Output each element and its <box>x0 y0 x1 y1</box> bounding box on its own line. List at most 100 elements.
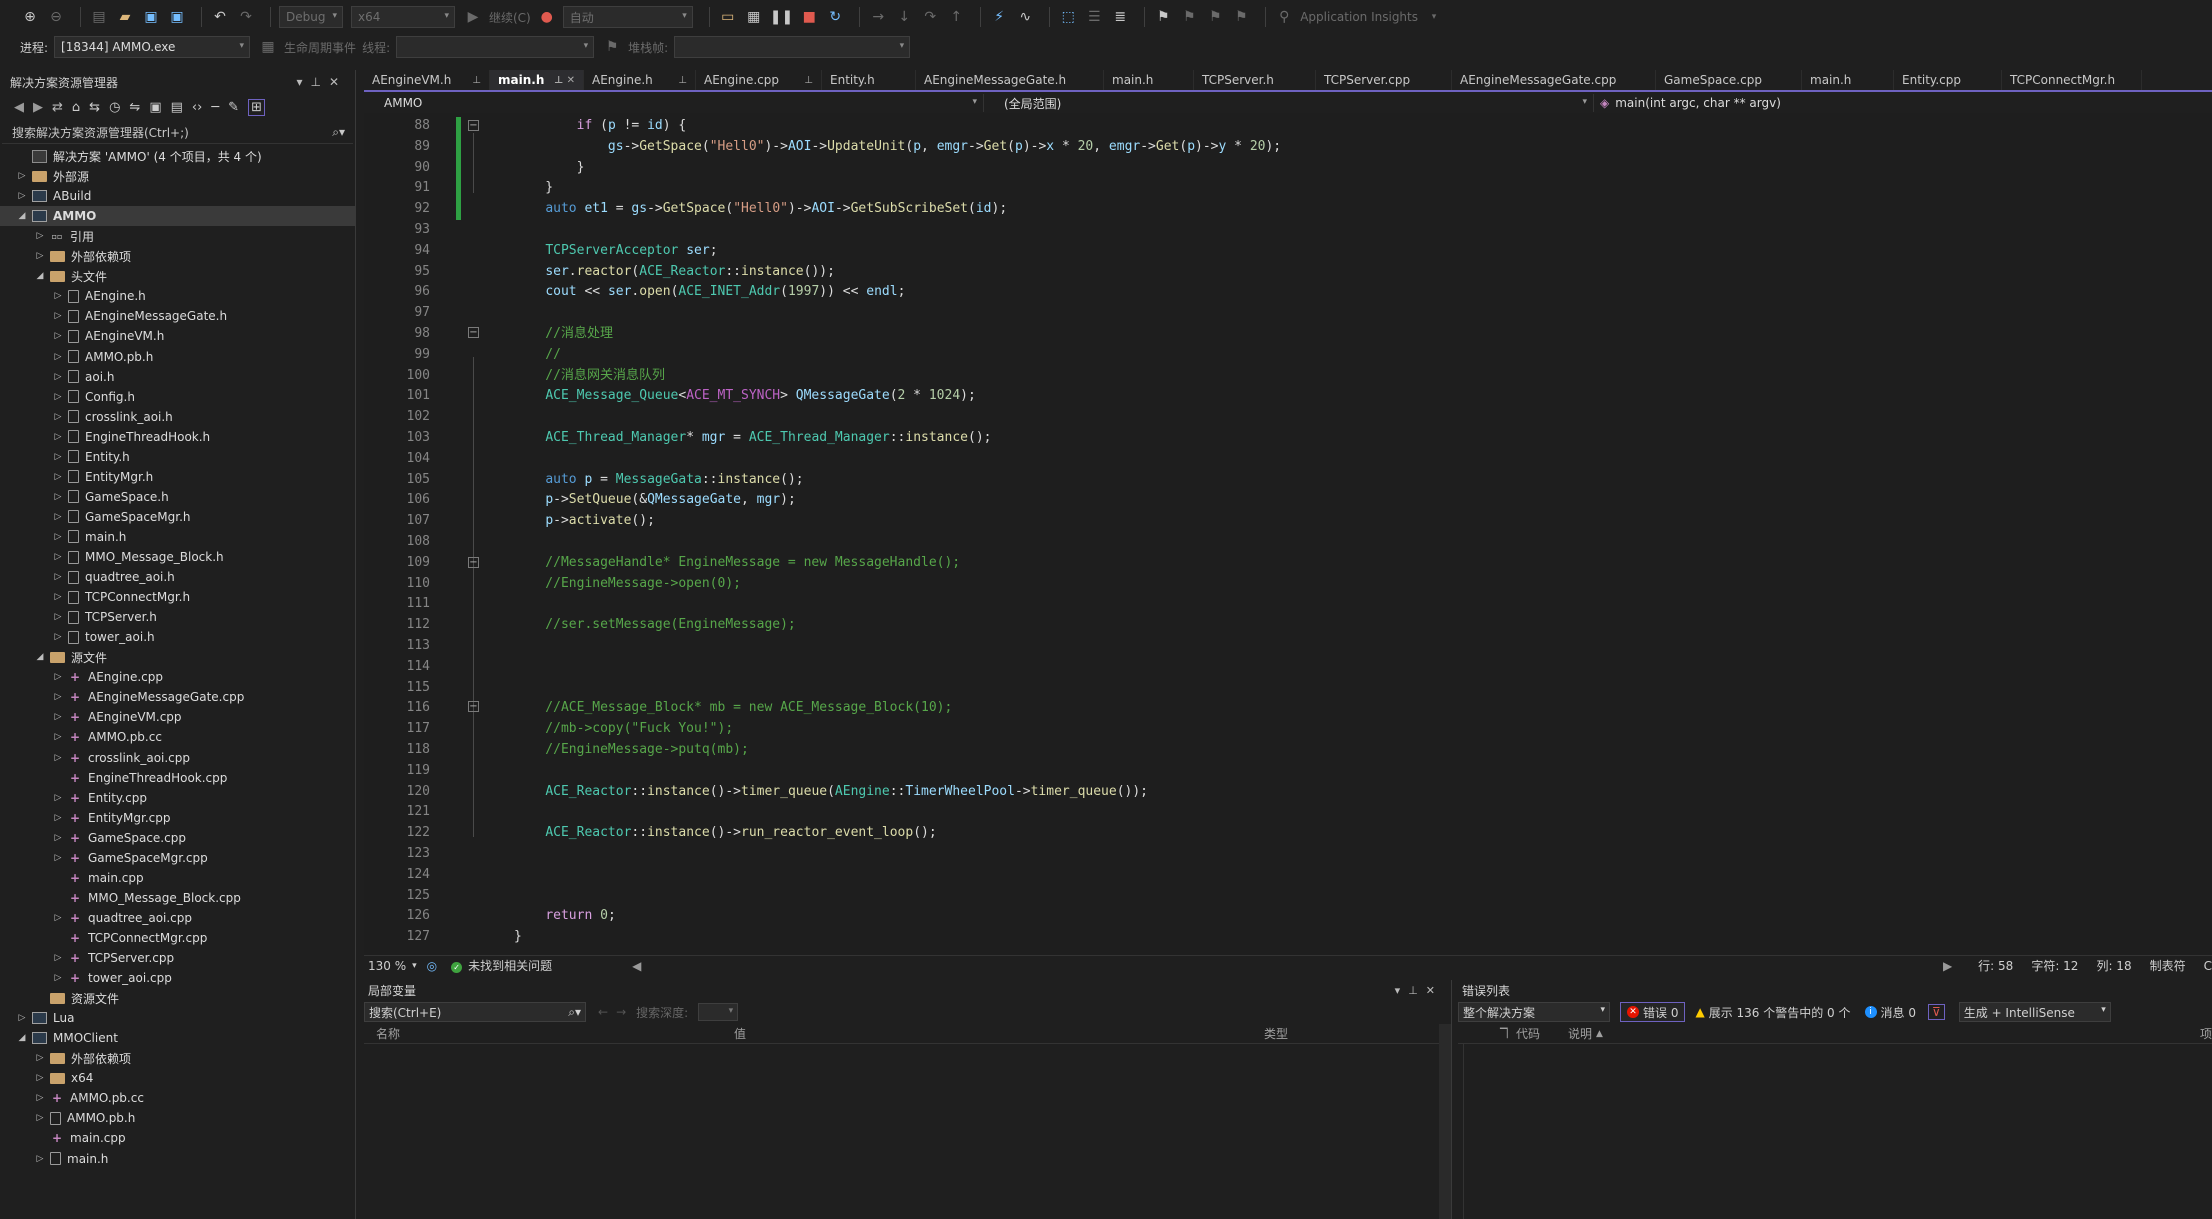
col-indicator[interactable]: 列: 18 <box>2096 957 2131 974</box>
tree-item[interactable]: ▷ aoi.h <box>0 367 355 387</box>
editor-tab[interactable]: Entity.cpp <box>1894 70 2002 90</box>
tab-mode-indicator[interactable]: 制表符 <box>2150 957 2186 974</box>
properties-icon[interactable]: ─ <box>211 100 219 115</box>
editor-tab[interactable]: GameSpace.cpp <box>1656 70 1802 90</box>
platform-select[interactable]: x64 ▾ <box>351 6 455 28</box>
hot-reload-icon[interactable]: ⚡ <box>989 6 1009 28</box>
expand-arrow-icon[interactable]: ▷ <box>52 973 64 983</box>
collapse-arrow-icon[interactable]: ◢ <box>34 652 46 662</box>
tree-item[interactable]: ▷ quadtree_aoi.h <box>0 567 355 587</box>
expand-arrow-icon[interactable]: ▷ <box>34 1093 46 1103</box>
clear-bookmarks-icon[interactable]: ⚑ <box>1231 6 1251 28</box>
code-line[interactable]: ACE_Thread_Manager* mgr = ACE_Thread_Man… <box>514 427 991 448</box>
code-line[interactable]: p->activate(); <box>514 510 655 531</box>
fold-toggle[interactable]: − <box>468 327 479 338</box>
auto-select[interactable]: 自动 ▾ <box>562 6 693 28</box>
code-line[interactable]: TCPServerAcceptor ser; <box>514 240 717 261</box>
stackframe-select[interactable]: ▾ <box>674 36 911 58</box>
editor-tab[interactable]: main.h <box>1802 70 1894 90</box>
continue-button[interactable]: 继续(C) <box>489 9 531 26</box>
editor-tab[interactable]: TCPServer.cpp <box>1316 70 1452 90</box>
tree-item[interactable]: ▷ AEngineVM.h <box>0 326 355 346</box>
editor-tab[interactable]: main.h <box>1104 70 1194 90</box>
show-next-statement-icon[interactable]: → <box>868 6 888 28</box>
expand-arrow-icon[interactable]: ▷ <box>52 672 64 682</box>
expand-arrow-icon[interactable]: ▷ <box>16 191 28 201</box>
forward-icon[interactable]: ▶ <box>33 100 43 115</box>
diagnostics-icon[interactable]: ∿ <box>1015 6 1035 28</box>
expand-arrow-icon[interactable]: ▷ <box>52 632 64 642</box>
pin-icon[interactable]: ⊥ <box>472 75 481 86</box>
tree-item[interactable]: ▷ 外部依赖项 <box>0 246 355 266</box>
expand-arrow-icon[interactable]: ▷ <box>52 953 64 963</box>
tree-item[interactable]: ▷ + AMMO.pb.cc <box>0 1088 355 1108</box>
editor-tab[interactable]: AEngineMessageGate.cpp <box>1452 70 1656 90</box>
search-back-icon[interactable]: ← <box>598 1005 608 1019</box>
code-line[interactable]: p->SetQueue(&QMessageGate, mgr); <box>514 489 795 510</box>
tree-item[interactable]: ▷ + Entity.cpp <box>0 788 355 808</box>
scope-dropdown[interactable]: (全局范围) ▾ <box>984 94 1594 112</box>
locals-search-input[interactable]: 搜索(Ctrl+E) ⌕▾ <box>364 1002 586 1022</box>
tree-item[interactable]: ▷ Config.h <box>0 387 355 407</box>
code-line[interactable]: cout << ser.open(ACE_INET_Addr(1997)) <<… <box>514 281 905 302</box>
code-line[interactable]: //mb->copy("Fuck You!"); <box>514 718 733 739</box>
lifecycle-icon[interactable]: ▦ <box>258 36 278 58</box>
show-all-files-icon[interactable]: ▤ <box>171 100 183 115</box>
expand-arrow-icon[interactable]: ▷ <box>52 291 64 301</box>
column-name[interactable]: 名称 <box>376 1025 400 1042</box>
tree-item[interactable]: ▷ EntityMgr.h <box>0 467 355 487</box>
tree-item[interactable]: ▷ Entity.h <box>0 447 355 467</box>
tree-item[interactable]: ▷ GameSpaceMgr.h <box>0 507 355 527</box>
tree-item[interactable]: ▷ AMMO.pb.h <box>0 347 355 367</box>
tree-item[interactable]: + TCPConnectMgr.cpp <box>0 928 355 948</box>
tree-item[interactable]: ▷ MMO_Message_Block.h <box>0 547 355 567</box>
fold-toggle[interactable]: − <box>468 120 479 131</box>
configuration-select[interactable]: Debug ▾ <box>279 6 343 28</box>
navigate-back-icon[interactable]: ⊕ <box>20 6 40 28</box>
line-ending-indicator[interactable]: C <box>2204 959 2212 973</box>
bookmark-icon[interactable]: ⚑ <box>1153 6 1173 28</box>
tree-item[interactable]: ▷ 外部源 <box>0 166 355 186</box>
code-line[interactable]: //消息处理 <box>514 323 613 344</box>
sync-icon[interactable]: ⇄ <box>52 100 63 115</box>
preview-icon[interactable]: ⊞ <box>248 98 265 116</box>
collapse-arrow-icon[interactable]: ◢ <box>16 211 28 221</box>
tree-item[interactable]: ▷ Lua <box>0 1008 355 1028</box>
expand-arrow-icon[interactable]: ▷ <box>52 372 64 382</box>
tree-item[interactable]: ◢ 源文件 <box>0 647 355 667</box>
expand-arrow-icon[interactable]: ▷ <box>16 171 28 181</box>
tree-item[interactable]: + MMO_Message_Block.cpp <box>0 888 355 908</box>
tree-item[interactable]: ▷ EngineThreadHook.h <box>0 427 355 447</box>
debug-target-icon[interactable]: ● <box>537 6 557 28</box>
expand-arrow-icon[interactable]: ▷ <box>52 753 64 763</box>
expand-arrow-icon[interactable]: ▷ <box>52 352 64 362</box>
editor-tab[interactable]: AEngineMessageGate.h <box>916 70 1104 90</box>
panel-window-controls[interactable]: ▾⊥✕ <box>296 75 347 89</box>
expand-arrow-icon[interactable]: ▷ <box>52 392 64 402</box>
expand-arrow-icon[interactable]: ▷ <box>52 532 64 542</box>
editor-tab[interactable]: AEngine.cpp ⊥ <box>696 70 822 90</box>
collapse-all-icon[interactable]: ▣ <box>149 100 161 115</box>
zoom-level[interactable]: 130 % <box>368 959 406 973</box>
new-project-icon[interactable]: ▤ <box>89 6 109 28</box>
pause-icon[interactable]: ❚❚ <box>770 6 793 28</box>
panel-window-controls[interactable]: ▾⊥✕ <box>1395 984 1443 997</box>
insights-icon[interactable]: ⚲ <box>1274 6 1294 28</box>
warnings-filter-button[interactable]: 展示 136 个警告中的 0 个 <box>1709 1004 1851 1021</box>
expand-arrow-icon[interactable]: ▷ <box>34 1053 46 1063</box>
fold-toggle[interactable]: − <box>468 701 479 712</box>
select-element-icon[interactable]: ⬚ <box>1058 6 1078 28</box>
locals-scrollbar[interactable] <box>1439 1024 1451 1219</box>
tree-item[interactable]: ▷ x64 <box>0 1068 355 1088</box>
prev-bookmark-icon[interactable]: ⚑ <box>1179 6 1199 28</box>
editor-tab[interactable]: AEngine.h ⊥ <box>584 70 696 90</box>
scope-select[interactable]: 整个解决方案 ▾ <box>1458 1002 1610 1022</box>
expand-arrow-icon[interactable]: ▷ <box>52 612 64 622</box>
editor-tab[interactable]: AEngineVM.h ⊥ <box>364 70 490 90</box>
code-line[interactable]: return 0; <box>514 905 615 926</box>
tree-item[interactable]: + main.cpp <box>0 1128 355 1148</box>
expand-arrow-icon[interactable]: ▷ <box>52 913 64 923</box>
expand-arrow-icon[interactable]: ▷ <box>52 472 64 482</box>
tree-item[interactable]: ▷ + AEngineMessageGate.cpp <box>0 687 355 707</box>
collapse-arrow-icon[interactable]: ◢ <box>16 1033 28 1043</box>
